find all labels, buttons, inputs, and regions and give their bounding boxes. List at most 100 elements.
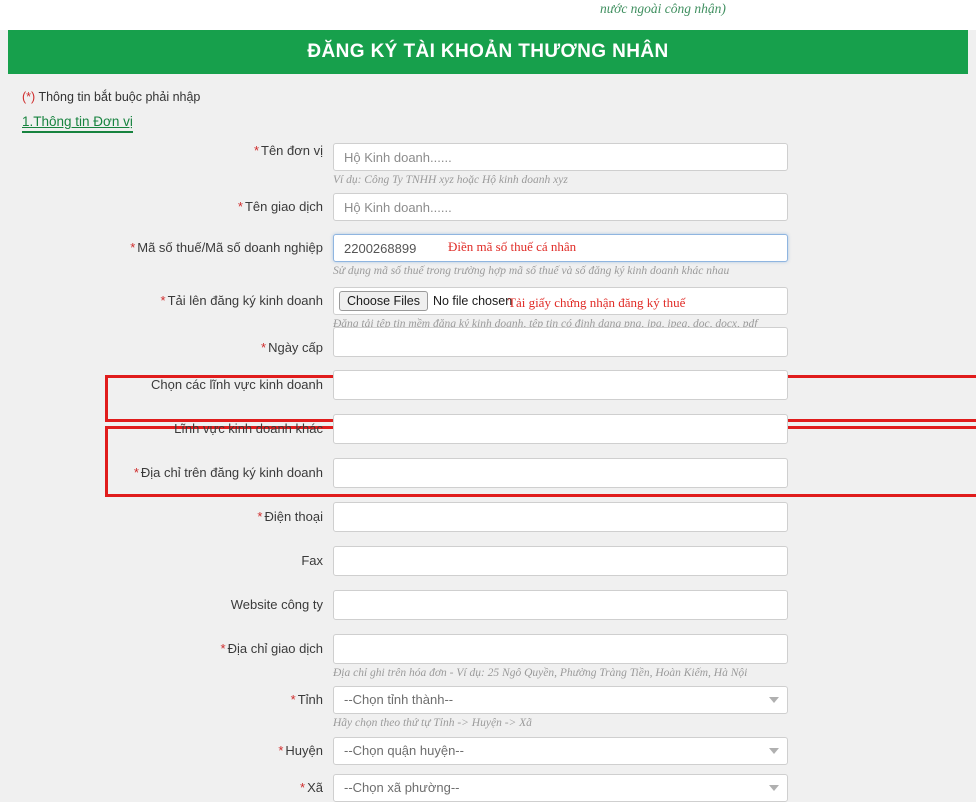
field-xa: --Chọn xã phường-- bbox=[333, 774, 788, 802]
field-website bbox=[333, 590, 788, 620]
label-website: Website công ty bbox=[8, 590, 333, 613]
input-ngay-cap[interactable] bbox=[333, 327, 788, 357]
required-star: * bbox=[253, 143, 259, 158]
input-website[interactable] bbox=[333, 590, 788, 620]
label-linh-vuc-khac: Lĩnh vực kinh doanh khác bbox=[8, 414, 333, 437]
required-star: * bbox=[220, 641, 226, 656]
file-status-text: No file chosen bbox=[432, 294, 513, 308]
hint-ten-don-vi: Ví dụ: Công Ty TNHH xyz hoặc Hộ kinh doa… bbox=[333, 174, 568, 186]
field-ten-giao-dich bbox=[333, 193, 788, 221]
select-tinh-value[interactable]: --Chọn tỉnh thành-- bbox=[333, 686, 788, 714]
label-text: Huyện bbox=[285, 743, 323, 758]
field-tinh: --Chọn tỉnh thành-- Hãy chọn theo thứ tự… bbox=[333, 686, 788, 730]
label-text: Tên đơn vị bbox=[261, 143, 323, 158]
form-row-ten-don-vi: *Tên đơn vị Ví dụ: Công Ty TNHH xyz hoặc… bbox=[8, 143, 968, 187]
form-row-fax: Fax bbox=[8, 546, 968, 576]
field-ten-don-vi: Ví dụ: Công Ty TNHH xyz hoặc Hộ kinh doa… bbox=[333, 143, 788, 187]
label-dien-thoai: * Điện thoại bbox=[8, 502, 333, 525]
select-huyen-value[interactable]: --Chọn quận huyện-- bbox=[333, 737, 788, 765]
input-fax[interactable] bbox=[333, 546, 788, 576]
section-title-thong-tin-don-vi[interactable]: 1.Thông tin Đơn vị bbox=[22, 114, 133, 133]
input-linh-vuc-kinh-doanh[interactable] bbox=[333, 370, 788, 400]
required-star: * bbox=[290, 692, 296, 707]
label-dia-chi-dkkd: * Địa chỉ trên đăng ký kinh doanh bbox=[8, 458, 333, 481]
form-row-huyen: * Huyện --Chọn quận huyện-- bbox=[8, 737, 968, 765]
label-dia-chi-giao-dich: * Địa chỉ giao dịch bbox=[8, 634, 333, 657]
choose-files-button[interactable]: Choose Files bbox=[339, 291, 428, 311]
page-banner: ĐĂNG KÝ TÀI KHOẢN THƯƠNG NHÂN bbox=[8, 30, 968, 74]
required-star: * bbox=[261, 340, 267, 355]
required-marker: (*) bbox=[22, 90, 36, 104]
hint-tinh: Hãy chọn theo thứ tự Tỉnh -> Huyện -> Xã bbox=[333, 717, 532, 729]
input-dia-chi-giao-dich[interactable] bbox=[333, 634, 788, 664]
label-text: Tên giao dịch bbox=[244, 199, 323, 214]
form-row-tai-len-dkkd: * Tải lên đăng ký kinh doanh Choose Files… bbox=[8, 287, 968, 331]
form-row-ngay-cap: * Ngày cấp bbox=[8, 327, 968, 357]
registration-form: *Tên đơn vị Ví dụ: Công Ty TNHH xyz hoặc… bbox=[8, 143, 976, 802]
field-ngay-cap bbox=[333, 327, 788, 357]
select-xa[interactable]: --Chọn xã phường-- bbox=[333, 774, 788, 802]
input-ten-giao-dich[interactable] bbox=[333, 193, 788, 221]
required-star: * bbox=[257, 509, 263, 524]
field-linh-vuc-khac bbox=[333, 414, 788, 444]
select-tinh[interactable]: --Chọn tỉnh thành-- bbox=[333, 686, 788, 714]
label-text: Chọn các lĩnh vực kinh doanh bbox=[150, 377, 323, 392]
required-star: * bbox=[160, 293, 166, 308]
select-huyen[interactable]: --Chọn quận huyện-- bbox=[333, 737, 788, 765]
input-linh-vuc-khac[interactable] bbox=[333, 414, 788, 444]
form-row-linh-vuc-kinh-doanh: Chọn các lĩnh vực kinh doanh bbox=[8, 370, 968, 400]
label-tinh: * Tỉnh bbox=[8, 686, 333, 708]
required-info-note: (*) Thông tin bắt buộc phải nhập bbox=[8, 74, 968, 104]
form-row-ma-so-thue: *Mã số thuế/Mã số doanh nghiệp Điền mã s… bbox=[8, 234, 968, 278]
form-row-dia-chi-dkkd: * Địa chỉ trên đăng ký kinh doanh bbox=[8, 458, 968, 488]
required-star: * bbox=[278, 743, 284, 758]
label-xa: * Xã bbox=[8, 774, 333, 796]
label-text: Mã số thuế/Mã số doanh nghiệp bbox=[137, 240, 323, 255]
label-text: Fax bbox=[301, 553, 323, 568]
label-text: Website công ty bbox=[230, 597, 323, 612]
form-row-website: Website công ty bbox=[8, 590, 968, 620]
top-note-text: nước ngoài công nhận) bbox=[600, 1, 726, 16]
input-dia-chi-dkkd[interactable] bbox=[333, 458, 788, 488]
hint-dia-chi-giao-dich: Địa chỉ ghi trên hóa đơn - Ví dụ: 25 Ngô… bbox=[333, 667, 748, 679]
form-row-ten-giao-dich: * Tên giao dịch bbox=[8, 193, 968, 221]
label-text: Điện thoại bbox=[264, 509, 323, 524]
field-dien-thoai bbox=[333, 502, 788, 532]
label-fax: Fax bbox=[8, 546, 333, 569]
form-row-tinh: * Tỉnh --Chọn tỉnh thành-- Hãy chọn theo … bbox=[8, 686, 968, 730]
label-text: Xã bbox=[307, 780, 323, 795]
field-ma-so-thue: Điền mã số thuế cá nhân Sử dụng mã số th… bbox=[333, 234, 788, 278]
required-star: * bbox=[133, 465, 139, 480]
annotation-tai-len-dkkd: Tải giấy chứng nhận đăng ký thuế bbox=[508, 295, 686, 310]
field-dia-chi-giao-dich: Địa chỉ ghi trên hóa đơn - Ví dụ: 25 Ngô… bbox=[333, 634, 788, 680]
label-ten-don-vi: * Tên đơn vị bbox=[8, 143, 333, 159]
label-text: Tải lên đăng ký kinh doanh bbox=[167, 293, 323, 308]
label-text: Tỉnh bbox=[297, 692, 323, 707]
field-tai-len-dkkd: Choose Files No file chosen Tải giấy chứ… bbox=[333, 287, 788, 331]
label-text: Ngày cấp bbox=[268, 340, 323, 355]
input-dien-thoai[interactable] bbox=[333, 502, 788, 532]
form-row-dien-thoai: * Điện thoại bbox=[8, 502, 968, 532]
form-sheet: (*) Thông tin bắt buộc phải nhập 1.Thông… bbox=[0, 74, 976, 802]
label-huyen: * Huyện bbox=[8, 737, 333, 759]
field-dia-chi-dkkd bbox=[333, 458, 788, 488]
select-xa-value[interactable]: --Chọn xã phường-- bbox=[333, 774, 788, 802]
top-strip: nước ngoài công nhận) bbox=[0, 0, 976, 30]
input-ten-don-vi[interactable] bbox=[333, 143, 788, 171]
form-row-dia-chi-giao-dich: * Địa chỉ giao dịch Địa chỉ ghi trên hóa … bbox=[8, 634, 968, 680]
label-tai-len-dkkd: * Tải lên đăng ký kinh doanh bbox=[8, 287, 333, 309]
hint-ma-so-thue: Sử dụng mã số thuế trong trường hợp mã s… bbox=[333, 265, 730, 277]
label-ngay-cap: * Ngày cấp bbox=[8, 327, 333, 356]
required-star: * bbox=[237, 199, 243, 214]
label-text: Địa chỉ giao dịch bbox=[227, 641, 323, 656]
label-ten-giao-dich: * Tên giao dịch bbox=[8, 193, 333, 215]
label-ma-so-thue: * Mã số thuế/Mã số doanh nghiệp bbox=[8, 234, 333, 256]
field-fax bbox=[333, 546, 788, 576]
label-linh-vuc-kinh-doanh: Chọn các lĩnh vực kinh doanh bbox=[8, 370, 333, 393]
label-text: Lĩnh vực kinh doanh khác bbox=[174, 421, 323, 436]
required-star: * bbox=[300, 780, 306, 795]
field-linh-vuc-kinh-doanh bbox=[333, 370, 788, 400]
page-title: ĐĂNG KÝ TÀI KHOẢN THƯƠNG NHÂN bbox=[307, 41, 669, 62]
annotation-ma-so-thue: Điền mã số thuế cá nhân bbox=[448, 239, 577, 254]
form-row-xa: * Xã --Chọn xã phường-- bbox=[8, 774, 968, 802]
